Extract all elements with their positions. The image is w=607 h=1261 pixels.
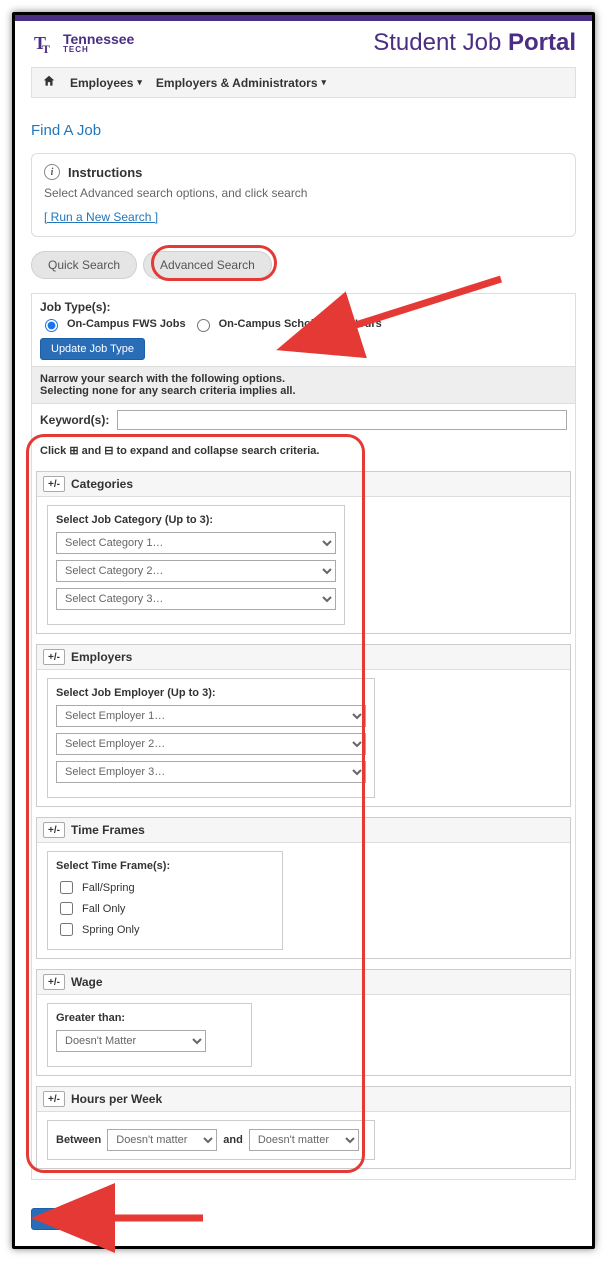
keyword-label: Keyword(s): bbox=[40, 413, 109, 427]
chevron-down-icon: ▾ bbox=[322, 77, 327, 88]
run-new-search-link[interactable]: [ Run a New Search ] bbox=[44, 210, 158, 224]
brand: TT Tennessee TECH bbox=[31, 30, 134, 56]
job-type-label: Job Type(s): bbox=[32, 294, 575, 316]
annotation-arrow-icon bbox=[93, 1204, 213, 1237]
annotation-box-icon bbox=[26, 434, 365, 1173]
instructions-panel: i Instructions Select Advanced search op… bbox=[31, 153, 576, 237]
search-button[interactable]: Search bbox=[31, 1208, 88, 1230]
brand-logo-icon: TT bbox=[31, 30, 57, 56]
nav-employees[interactable]: Employees ▾ bbox=[70, 76, 142, 90]
radio-on-campus-fws-label: On-Campus FWS Jobs bbox=[67, 318, 186, 330]
narrow-line1: Narrow your search with the following op… bbox=[40, 373, 567, 385]
main-navbar: Employees ▾ Employers & Administrators ▾ bbox=[31, 67, 576, 98]
chevron-down-icon: ▾ bbox=[137, 77, 142, 88]
brand-name: Tennessee bbox=[63, 32, 134, 46]
search-tabs: Quick Search Advanced Search bbox=[31, 251, 576, 279]
info-icon: i bbox=[44, 164, 60, 180]
narrow-instructions: Narrow your search with the following op… bbox=[32, 366, 575, 404]
home-icon[interactable] bbox=[42, 74, 56, 91]
radio-on-campus-scholarship[interactable] bbox=[197, 319, 210, 332]
brand-sub: TECH bbox=[63, 46, 134, 54]
nav-employers[interactable]: Employers & Administrators ▾ bbox=[156, 76, 326, 90]
portal-title-bold: Portal bbox=[508, 29, 576, 56]
portal-title: Student Job Portal bbox=[373, 29, 576, 57]
nav-employees-label: Employees bbox=[70, 76, 133, 90]
nav-employers-label: Employers & Administrators bbox=[156, 76, 318, 90]
keyword-input[interactable] bbox=[117, 410, 567, 430]
instructions-text: Select Advanced search options, and clic… bbox=[44, 186, 563, 200]
svg-text:T: T bbox=[42, 42, 50, 55]
page-title: Find A Job bbox=[31, 122, 576, 139]
search-form: Job Type(s): On-Campus FWS Jobs On-Campu… bbox=[31, 293, 576, 1180]
narrow-line2: Selecting none for any search criteria i… bbox=[40, 385, 567, 397]
portal-title-light: Student Job bbox=[373, 29, 508, 56]
update-job-type-button[interactable]: Update Job Type bbox=[40, 338, 145, 360]
radio-on-campus-scholarship-label: On-Campus Scholarship Hours bbox=[219, 318, 382, 330]
annotation-circle-icon bbox=[151, 245, 277, 281]
tab-quick-search[interactable]: Quick Search bbox=[31, 251, 137, 279]
header: TT Tennessee TECH Student Job Portal bbox=[15, 21, 592, 67]
instructions-title: Instructions bbox=[68, 165, 142, 180]
radio-on-campus-fws[interactable] bbox=[45, 319, 58, 332]
